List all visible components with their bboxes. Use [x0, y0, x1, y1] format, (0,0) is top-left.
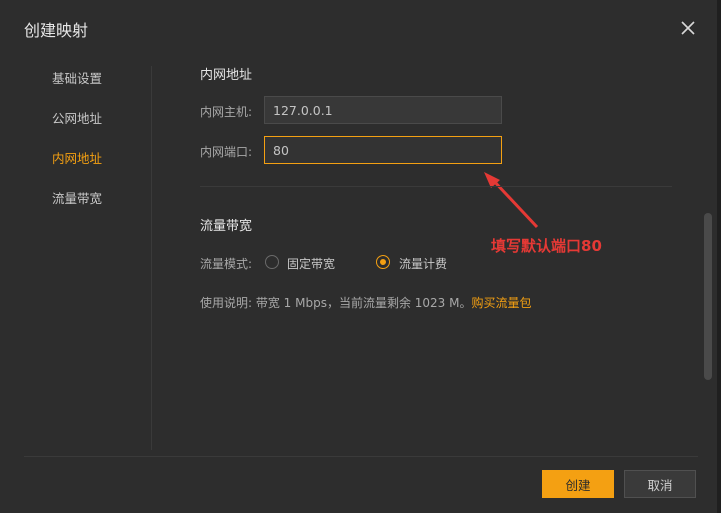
- sidebar-item-public-address[interactable]: 公网地址: [52, 108, 102, 127]
- usage-description: 使用说明: 带宽 1 Mbps，当前流量剩余 1023 M。购买流量包: [200, 294, 532, 311]
- fixed-bandwidth-radio[interactable]: [265, 255, 279, 269]
- annotation-arrow: [484, 172, 539, 229]
- sidebar-divider: [151, 66, 152, 450]
- create-mapping-dialog: 创建映射 基础设置 公网地址 内网地址 流量带宽 内网地址 内网主机: 内网端口…: [0, 0, 721, 513]
- sidebar-item-bandwidth[interactable]: 流量带宽: [52, 188, 102, 207]
- annotation-text: 填写默认端口80: [491, 237, 602, 255]
- traffic-billing-radio[interactable]: [376, 255, 390, 269]
- section-divider: [200, 186, 672, 187]
- dialog-title: 创建映射: [24, 21, 89, 40]
- host-input[interactable]: [264, 96, 502, 124]
- create-button[interactable]: 创建: [542, 470, 614, 498]
- scrollbar-thumb[interactable]: [704, 213, 712, 380]
- traffic-mode-label: 流量模式:: [200, 257, 253, 271]
- host-label: 内网主机:: [200, 105, 253, 119]
- sidebar-item-basic-settings[interactable]: 基础设置: [52, 68, 102, 87]
- buy-traffic-link[interactable]: 购买流量包: [471, 296, 531, 310]
- port-label: 内网端口:: [200, 145, 253, 159]
- fixed-bandwidth-label[interactable]: 固定带宽: [287, 255, 335, 272]
- close-icon[interactable]: [678, 18, 698, 38]
- window-edge: [717, 0, 721, 513]
- port-input[interactable]: [264, 136, 502, 164]
- traffic-billing-label[interactable]: 流量计费: [399, 255, 447, 272]
- footer-divider: [24, 456, 698, 457]
- intranet-section-title: 内网地址: [200, 68, 253, 83]
- usage-description-text: 使用说明: 带宽 1 Mbps，当前流量剩余 1023 M。: [200, 296, 472, 310]
- cancel-button[interactable]: 取消: [624, 470, 696, 498]
- sidebar-item-intranet-address[interactable]: 内网地址: [52, 148, 102, 167]
- bandwidth-section-title: 流量带宽: [200, 219, 253, 234]
